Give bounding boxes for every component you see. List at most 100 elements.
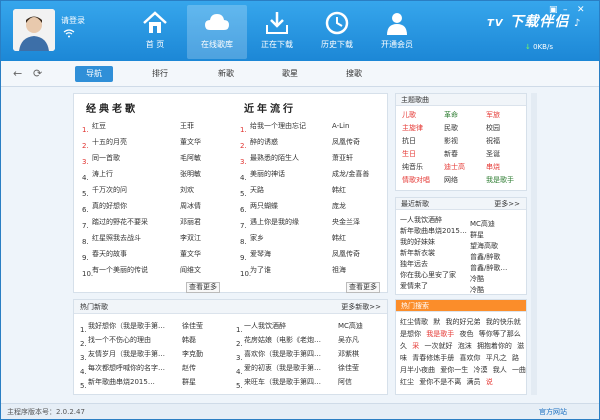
- theme-item[interactable]: 校园: [486, 123, 500, 133]
- table-row[interactable]: 3. 同一首歌 毛阿敏: [82, 152, 228, 166]
- hot-search-word[interactable]: 冷漠: [473, 366, 487, 374]
- song-title[interactable]: 红星照我去战斗: [92, 232, 180, 244]
- artist-name[interactable]: 董文华: [180, 248, 228, 260]
- table-row[interactable]: 5.新年歌曲串烧2015… 群星: [80, 376, 228, 390]
- table-row[interactable]: 2. 醉的诱惑 凤凰传奇: [240, 136, 392, 150]
- hot-search-word[interactable]: 等你等了那么: [479, 330, 521, 338]
- hot-search-word[interactable]: 拥抱着你的: [477, 342, 512, 350]
- theme-item[interactable]: 儿歌: [402, 110, 416, 120]
- artist-name[interactable]: 群星: [182, 376, 228, 388]
- table-row[interactable]: 8. 红星照我去战斗 李双江: [82, 232, 228, 246]
- nav-home[interactable]: 首 页: [125, 5, 185, 59]
- artist-name[interactable]: 刘欢: [180, 184, 228, 196]
- tab-search-songs[interactable]: 搜歌: [335, 66, 373, 82]
- table-row[interactable]: 7. 踏过的野花不要采 邓丽君: [82, 216, 228, 230]
- tab-nav[interactable]: 导航: [75, 66, 113, 82]
- artist-name[interactable]: 李双江: [180, 232, 228, 244]
- table-row[interactable]: 4. 美丽的神话 成龙/金喜善: [240, 168, 392, 182]
- artist-name[interactable]: 阎维文: [180, 264, 228, 276]
- song-title[interactable]: 遇上你是我的缘: [250, 216, 332, 228]
- song-title[interactable]: 美丽的神话: [250, 168, 332, 180]
- table-row[interactable]: 2.找一个不伤心的理由 韩磊: [80, 334, 228, 348]
- song-title[interactable]: 友情岁月（我是歌手第…: [88, 348, 182, 360]
- song-title[interactable]: 喜欢你（我是歌手第四…: [244, 348, 338, 360]
- artist-name[interactable]: 央金兰泽: [332, 216, 392, 228]
- hot-search-word[interactable]: 我是歌手: [426, 330, 454, 338]
- login-link[interactable]: 请登录: [61, 15, 85, 26]
- table-row[interactable]: 3.喜欢你（我是歌手第四… 邓紫棋: [236, 348, 384, 362]
- hot-search-word[interactable]: 爱你不是不离: [419, 378, 461, 386]
- recent-more-button[interactable]: 查看更多: [346, 282, 380, 293]
- hot-search-word[interactable]: 泡沫: [458, 342, 472, 350]
- song-title[interactable]: 找一个不伤心的理由: [88, 334, 182, 346]
- theme-item[interactable]: 主旋律: [402, 123, 423, 133]
- hot-search-word[interactable]: 平凡之: [486, 354, 507, 362]
- hot-search-word[interactable]: 我的好兄弟: [445, 318, 480, 326]
- song-title[interactable]: 爱的初衷（我是歌手第…: [244, 362, 338, 374]
- artist-name[interactable]: 韩磊: [182, 334, 228, 346]
- theme-item[interactable]: 新春: [444, 149, 458, 159]
- song-title[interactable]: 花房姑娘（电影《老炮…: [244, 334, 338, 346]
- artist-name[interactable]: 吴亦凡: [338, 334, 384, 346]
- official-site-link[interactable]: 官方网站: [539, 407, 567, 417]
- close-icon[interactable]: ✕: [577, 5, 585, 15]
- scrollbar[interactable]: [531, 93, 537, 395]
- hot-search-word[interactable]: 说: [486, 378, 493, 386]
- artist-name[interactable]: 邓紫棋: [338, 348, 384, 360]
- artist-name[interactable]: 庞龙: [332, 200, 392, 212]
- table-row[interactable]: 10.有一个美丽的传说 阎维文: [82, 264, 228, 278]
- hot-search-word[interactable]: 久: [400, 342, 407, 350]
- artist-name[interactable]: 周冰倩: [180, 200, 228, 212]
- latest-more-link[interactable]: 更多>>: [494, 198, 520, 210]
- artist-name[interactable]: 韩红: [332, 232, 392, 244]
- back-arrow-icon[interactable]: ←: [13, 67, 22, 80]
- table-row[interactable]: 8. 家乡 韩红: [240, 232, 392, 246]
- song-title[interactable]: 两只蝴蝶: [250, 200, 332, 212]
- song-title[interactable]: 春天的故事: [92, 248, 180, 260]
- hot-search-word[interactable]: 满员: [466, 378, 480, 386]
- table-row[interactable]: 6. 真的好想你 周冰倩: [82, 200, 228, 214]
- artist-name[interactable]: 邓丽君: [180, 216, 228, 228]
- artist-name[interactable]: 萧亚轩: [332, 152, 392, 164]
- hot-search-word[interactable]: 一次就好: [424, 342, 452, 350]
- hot-search-word[interactable]: 采: [412, 342, 419, 350]
- artist-name[interactable]: 成龙/金喜善: [332, 168, 392, 180]
- hot-new-more-link[interactable]: 更多新歌>>: [341, 302, 381, 312]
- hot-search-word[interactable]: 青春修炼手册: [412, 354, 454, 362]
- artist-name[interactable]: 凤凰传奇: [332, 136, 392, 148]
- theme-item[interactable]: 迪士高: [444, 162, 465, 172]
- theme-item[interactable]: 网络: [444, 175, 458, 185]
- nav-downloading[interactable]: 正在下载: [247, 5, 307, 59]
- theme-item[interactable]: 纯音乐: [402, 162, 423, 172]
- hot-search-word[interactable]: 是想你: [400, 330, 421, 338]
- table-row[interactable]: 9. 春天的故事 董文华: [82, 248, 228, 262]
- artist-name[interactable]: 赵传: [182, 362, 228, 374]
- table-row[interactable]: 5. 千万次的问 刘欢: [82, 184, 228, 198]
- skin-icon[interactable]: ▣: [549, 5, 558, 15]
- artist-name[interactable]: 阿信: [338, 376, 384, 388]
- artist-name[interactable]: 徐佳莹: [338, 362, 384, 374]
- song-title[interactable]: 爱琴海: [250, 248, 332, 260]
- artist-name[interactable]: 祖海: [332, 264, 392, 276]
- table-row[interactable]: 1. 给我一个理由忘记 A-Lin: [240, 120, 392, 134]
- song-title[interactable]: 涛上行: [92, 168, 180, 180]
- song-title[interactable]: 我好想你（我是歌手第…: [88, 320, 182, 332]
- song-title[interactable]: 家乡: [250, 232, 332, 244]
- artist-name[interactable]: MC高迪: [338, 320, 384, 332]
- hot-search-word[interactable]: 默: [433, 318, 440, 326]
- table-row[interactable]: 7. 遇上你是我的缘 央金兰泽: [240, 216, 392, 230]
- song-title[interactable]: 新年歌曲串烧2015…: [88, 376, 182, 388]
- song-title[interactable]: 有一个美丽的传说: [92, 264, 180, 276]
- table-row[interactable]: 5.来旺车（我是歌手第四… 阿信: [236, 376, 384, 390]
- table-row[interactable]: 4.每次都想呼喊你的名字… 赵传: [80, 362, 228, 376]
- refresh-icon[interactable]: ⟳: [33, 67, 42, 80]
- artist-name[interactable]: 韩红: [332, 184, 392, 196]
- avatar[interactable]: [13, 9, 55, 51]
- theme-item[interactable]: 情歌对唱: [402, 175, 430, 185]
- artist-name[interactable]: 董文华: [180, 136, 228, 148]
- table-row[interactable]: 1.我好想你（我是歌手第… 徐佳莹: [80, 320, 228, 334]
- artist-name[interactable]: 张明敏: [180, 168, 228, 180]
- nav-online-library[interactable]: 在线歌库: [187, 5, 247, 59]
- song-title[interactable]: 每次都想呼喊你的名字…: [88, 362, 182, 374]
- theme-item[interactable]: 串烧: [486, 162, 500, 172]
